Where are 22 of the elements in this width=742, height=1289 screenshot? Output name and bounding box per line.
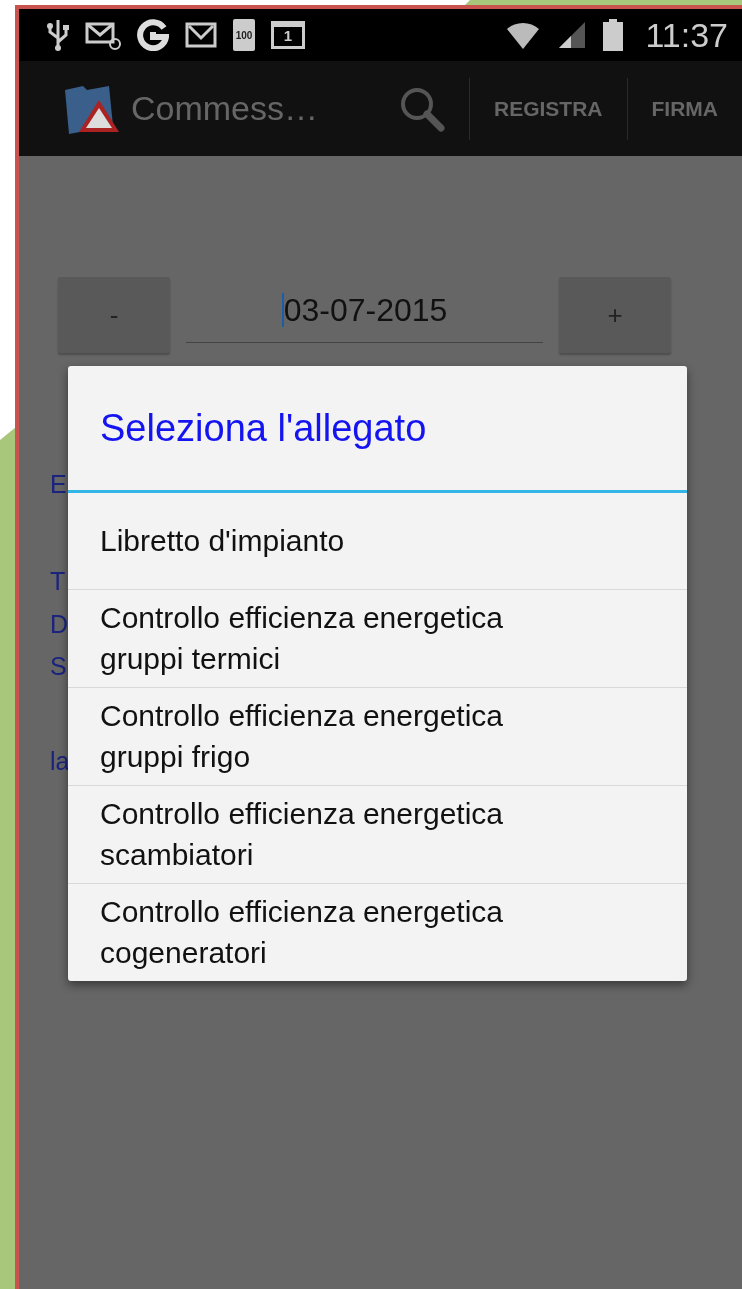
battery-icon: [603, 19, 624, 51]
calendar-icon: 1: [271, 21, 305, 49]
obscured-text: la: [50, 746, 70, 777]
clock-time: 11:37: [645, 14, 728, 56]
dialog-list-item[interactable]: Controllo efficienza energetica gruppi frigo: [68, 688, 687, 786]
dialog-list-item[interactable]: Controllo efficienza energetica cogeneratori: [68, 884, 687, 981]
obscured-text: E: [50, 469, 67, 500]
app-title: Commess…: [131, 88, 319, 129]
usb-icon: [47, 18, 69, 52]
battery-icon: 100: [233, 19, 255, 51]
g-logo-icon: [137, 19, 169, 51]
envelope-icon: [185, 22, 217, 48]
obscured-text: D: [50, 609, 69, 640]
dialog-title: Seleziona l'allegato: [68, 366, 687, 493]
search-icon[interactable]: [399, 85, 445, 132]
signal-icon: [557, 20, 588, 50]
dialog-list-item[interactable]: Controllo efficienza energetica scambiatori: [68, 786, 687, 884]
dialog-list-item[interactable]: Libretto d'impianto: [68, 493, 687, 590]
obscured-text: S: [50, 651, 67, 682]
obscured-text: T: [50, 566, 66, 597]
dialog-list-item[interactable]: Controllo efficienza energetica gruppi termici: [68, 590, 687, 688]
mail-icon: [85, 20, 121, 50]
